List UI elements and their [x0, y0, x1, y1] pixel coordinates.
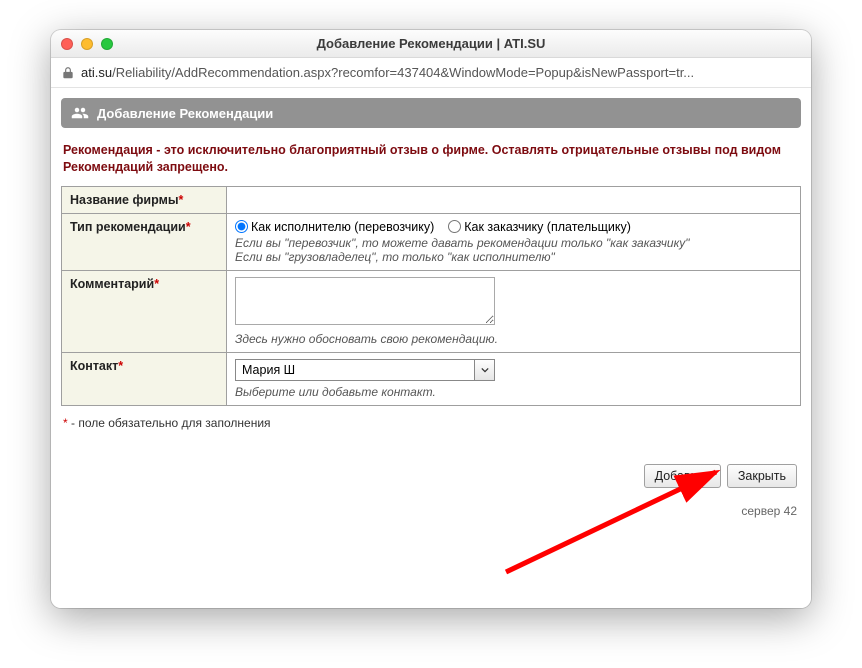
warning-text: Рекомендация - это исключительно благопр…	[63, 142, 799, 176]
lock-icon	[61, 66, 75, 80]
comment-input[interactable]	[235, 277, 495, 325]
type-hint-2: Если вы "грузовладелец", то только "как …	[235, 250, 792, 264]
radio-customer[interactable]: Как заказчику (плательщику)	[448, 220, 631, 234]
window-title: Добавление Рекомендации | ATI.SU	[51, 36, 811, 51]
radio-customer-input[interactable]	[448, 220, 461, 233]
row-comment: Комментарий* Здесь нужно обосновать свою…	[62, 270, 801, 352]
popup-window: Добавление Рекомендации | ATI.SU ati.su/…	[51, 30, 811, 608]
contact-select[interactable]: Мария Ш	[235, 359, 495, 381]
row-type: Тип рекомендации* Как исполнителю (перев…	[62, 213, 801, 270]
label-comment: Комментарий*	[62, 270, 227, 352]
comment-hint: Здесь нужно обосновать свою рекомендацию…	[235, 332, 792, 346]
add-button[interactable]: Добавить	[644, 464, 721, 488]
page-header-title: Добавление Рекомендации	[97, 106, 273, 121]
people-icon	[71, 104, 89, 122]
addressbar: ati.su/Reliability/AddRecommendation.asp…	[51, 58, 811, 88]
label-contact: Контакт*	[62, 352, 227, 405]
type-hint-1: Если вы "перевозчик", то можете давать р…	[235, 236, 792, 250]
titlebar: Добавление Рекомендации | ATI.SU	[51, 30, 811, 58]
required-footnote: * - поле обязательно для заполнения	[63, 416, 799, 430]
label-type: Тип рекомендации*	[62, 213, 227, 270]
contact-select-value: Мария Ш	[236, 360, 474, 380]
label-company: Название фирмы*	[62, 186, 227, 213]
window-close-icon[interactable]	[61, 38, 73, 50]
cell-company	[227, 186, 801, 213]
radio-executor-input[interactable]	[235, 220, 248, 233]
contact-hint: Выберите или добавьте контакт.	[235, 385, 792, 399]
row-company: Название фирмы*	[62, 186, 801, 213]
row-contact: Контакт* Мария Ш Выберите или добавьте к…	[62, 352, 801, 405]
window-zoom-icon[interactable]	[101, 38, 113, 50]
window-minimize-icon[interactable]	[81, 38, 93, 50]
close-button[interactable]: Закрыть	[727, 464, 797, 488]
server-label: сервер 42	[61, 504, 801, 518]
chevron-down-icon[interactable]	[474, 360, 494, 380]
form-table: Название фирмы* Тип рекомендации* Как ис…	[61, 186, 801, 406]
radio-executor[interactable]: Как исполнителю (перевозчику)	[235, 220, 434, 234]
page-header: Добавление Рекомендации	[61, 98, 801, 128]
url-text: ati.su/Reliability/AddRecommendation.asp…	[81, 65, 694, 80]
